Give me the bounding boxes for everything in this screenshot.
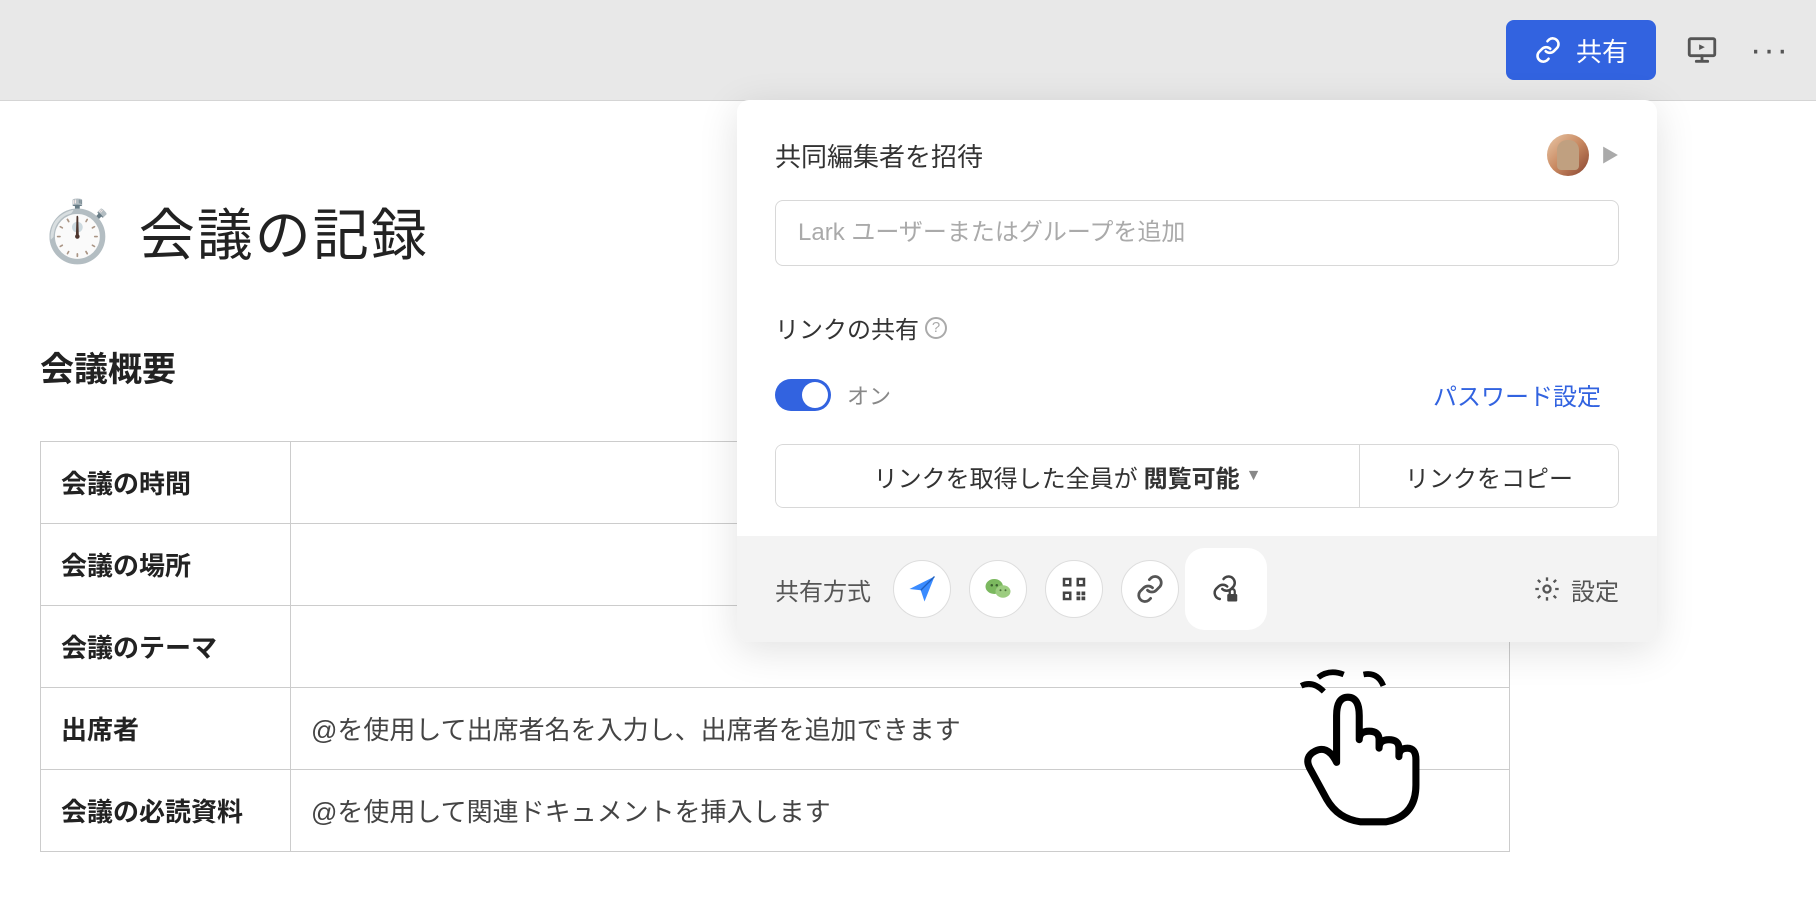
settings-button[interactable]: 設定 [1533,572,1619,607]
link-share-title: リンクの共有 [775,310,919,345]
chevron-down-icon: ▼ [1246,467,1262,485]
share-secure-link-button[interactable] [1197,560,1255,618]
doc-title: 会議の記録 [139,191,429,272]
link-lock-icon [1211,574,1241,604]
share-link-button[interactable] [1121,560,1179,618]
link-icon [1534,36,1562,64]
present-icon [1685,33,1719,67]
row-value[interactable]: @を使用して関連ドキュメントを挿入します [291,770,1510,852]
more-button[interactable]: ··· [1748,28,1792,72]
row-label: 会議の時間 [41,442,291,524]
table-row: 会議の必読資料 @を使用して関連ドキュメントを挿入します [41,770,1510,852]
row-label: 出席者 [41,688,291,770]
link-permission-dropdown[interactable]: リンクを取得した全員が 閲覧可能 ▼ [775,444,1359,508]
copy-link-button[interactable]: リンクをコピー [1359,444,1619,508]
send-icon [907,574,937,604]
share-qr-button[interactable] [1045,560,1103,618]
row-value[interactable]: @を使用して出席者名を入力し、出席者を追加できます [291,688,1510,770]
share-wechat-button[interactable] [969,560,1027,618]
invite-title: 共同編集者を招待 [775,137,983,174]
present-button[interactable] [1680,28,1724,72]
password-settings-link[interactable]: パスワード設定 [1415,365,1619,424]
perm-value: 閲覧可能 [1144,459,1240,494]
invite-input[interactable] [775,200,1619,266]
settings-label: 設定 [1571,572,1619,607]
wechat-icon [983,574,1013,604]
gear-icon [1533,575,1561,603]
qr-icon [1059,574,1089,604]
row-label: 会議の必読資料 [41,770,291,852]
toggle-state-label: オン [847,379,891,411]
top-bar: 共有 ··· [0,0,1816,100]
row-label: 会議の場所 [41,524,291,606]
perm-prefix: リンクを取得した全員が [874,459,1138,494]
help-icon[interactable]: ? [925,317,947,339]
share-lark-button[interactable] [893,560,951,618]
share-methods-label: 共有方式 [775,572,871,607]
row-label: 会議のテーマ [41,606,291,688]
avatar[interactable] [1547,134,1589,176]
chevron-right-icon[interactable]: ▶ [1601,142,1619,168]
link-icon [1135,574,1165,604]
share-button-label: 共有 [1576,32,1628,69]
share-popover: 共同編集者を招待 ▶ リンクの共有 ? オン パスワード設定 リンクを取 [737,100,1657,642]
more-icon: ··· [1750,33,1790,67]
table-row: 出席者 @を使用して出席者名を入力し、出席者を追加できます [41,688,1510,770]
doc-emoji: ⏱️ [40,196,115,267]
share-button[interactable]: 共有 [1506,20,1656,80]
link-share-toggle[interactable] [775,379,831,411]
